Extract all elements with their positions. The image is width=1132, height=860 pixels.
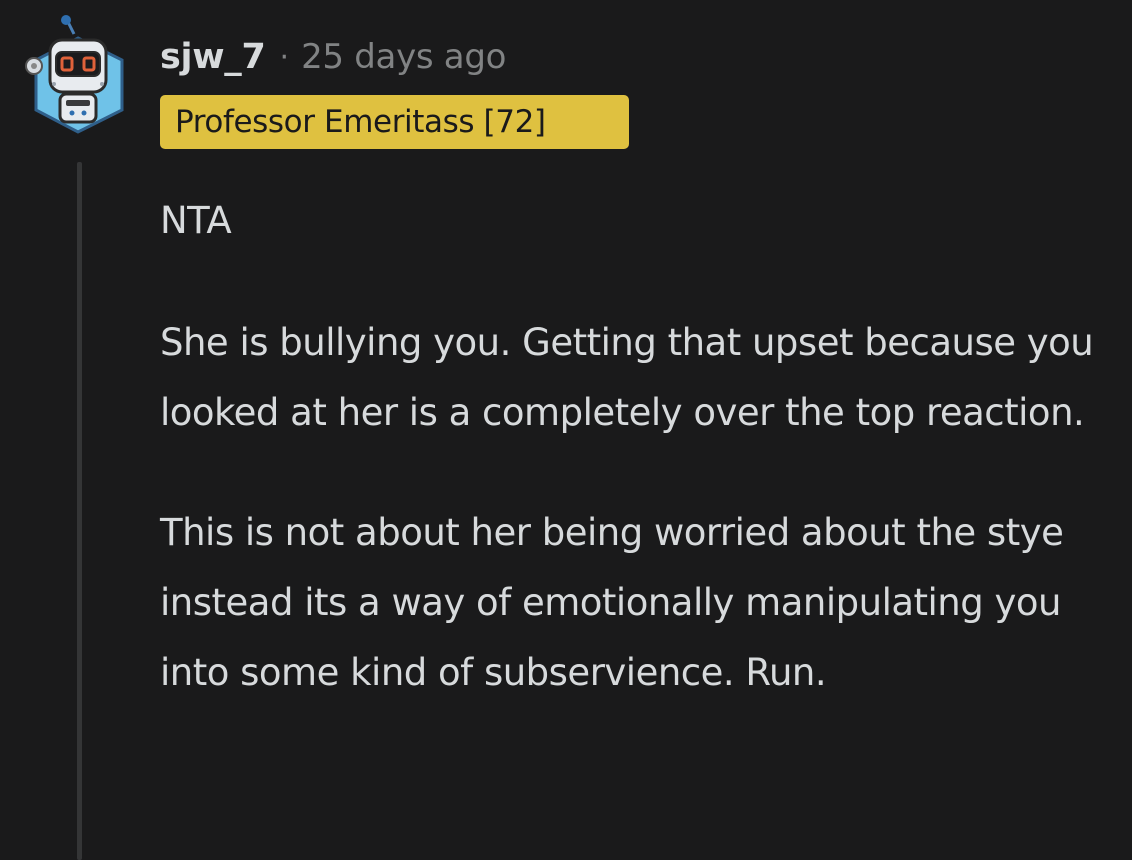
user-flair-badge: Professor Emeritass [72]: [160, 95, 629, 149]
meta-separator: ·: [279, 39, 290, 75]
comment-paragraph: She is bullying you. Getting that upset …: [160, 321, 1094, 434]
comment-meta: sjw_7 · 25 days ago: [160, 34, 506, 80]
avatar[interactable]: [24, 14, 132, 136]
robot-avatar-icon: [25, 15, 124, 134]
comment-paragraph: NTA: [160, 199, 232, 242]
comment-paragraph: This is not about her being worried abou…: [160, 511, 1064, 694]
thread-collapse-line[interactable]: [77, 162, 82, 860]
timestamp-link[interactable]: 25 days ago: [301, 37, 506, 77]
username-link[interactable]: sjw_7: [160, 37, 266, 77]
comment-body: NTA She is bullying you. Getting that up…: [160, 186, 1110, 708]
